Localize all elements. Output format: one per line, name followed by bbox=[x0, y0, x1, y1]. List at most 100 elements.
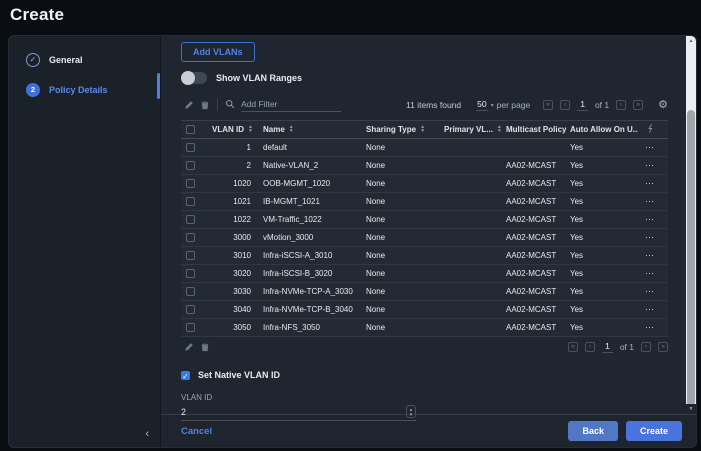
sort-icon[interactable]: ▲ ▼ bbox=[420, 125, 425, 133]
cell-name: Infra-iSCSI-B_3020 bbox=[263, 269, 333, 278]
check-circle-icon: ✓ bbox=[26, 53, 40, 67]
row-checkbox[interactable] bbox=[185, 305, 195, 314]
row-actions-icon[interactable]: ⋯ bbox=[638, 178, 668, 189]
column-options-icon[interactable] bbox=[647, 123, 654, 136]
row-actions-icon[interactable]: ⋯ bbox=[638, 196, 668, 207]
first-page-button[interactable]: « bbox=[543, 100, 554, 110]
cell-vlan-id: 3020 bbox=[233, 269, 251, 278]
last-page-button[interactable]: » bbox=[633, 100, 644, 110]
add-filter-input[interactable] bbox=[241, 98, 341, 112]
trash-icon[interactable] bbox=[197, 342, 213, 352]
column-header-label: Primary VL... bbox=[444, 125, 493, 134]
trash-icon[interactable] bbox=[197, 100, 213, 110]
column-header-label: Sharing Type bbox=[366, 125, 417, 134]
cell-name: VM-Traffic_1022 bbox=[263, 215, 322, 224]
stepper-down-icon[interactable]: ▼ bbox=[409, 412, 413, 417]
table-row: 1022 VM-Traffic_1022 None AA02-MCAST Yes ⋯ bbox=[181, 211, 668, 229]
sort-icon[interactable]: ▲ ▼ bbox=[289, 125, 294, 133]
table-row: 3030 Infra-NVMe-TCP-A_3030 None AA02-MCAST Y… bbox=[181, 283, 668, 301]
table-bottom-toolbar: « ‹ 1 of 1 › » bbox=[181, 338, 668, 356]
cell-vlan-id: 1022 bbox=[233, 215, 251, 224]
row-checkbox-cell bbox=[181, 161, 205, 170]
row-actions-icon[interactable]: ⋯ bbox=[638, 322, 668, 333]
cell-name: Infra-NVMe-TCP-B_3040 bbox=[263, 305, 353, 314]
show-vlan-ranges-toggle[interactable] bbox=[181, 71, 207, 85]
row-actions-icon[interactable]: ⋯ bbox=[638, 250, 668, 261]
page-title: Create bbox=[10, 5, 65, 24]
set-native-vlan-checkbox[interactable]: ✓ bbox=[181, 370, 190, 381]
cell-sharing-type: None bbox=[366, 143, 386, 152]
sort-icon[interactable]: ▲ ▼ bbox=[248, 125, 253, 133]
cell-sharing-type: None bbox=[366, 323, 386, 332]
toggle-knob bbox=[181, 71, 195, 85]
select-all-checkbox[interactable] bbox=[185, 125, 195, 134]
vlan-table: VLAN ID ▲ ▼ Name ▲ ▼ Sharing Type ▲ ▼ Primary VL.… bbox=[181, 120, 668, 337]
table-body: 1 default None Yes ⋯ 2 Native-VLAN_2 None AA02-M… bbox=[181, 139, 668, 337]
cell-vlan-id: 3000 bbox=[233, 233, 251, 242]
first-page-button[interactable]: « bbox=[568, 342, 579, 352]
prev-page-button[interactable]: ‹ bbox=[560, 100, 571, 110]
row-actions-icon[interactable]: ⋯ bbox=[638, 286, 668, 297]
back-button[interactable]: Back bbox=[568, 421, 618, 441]
cell-vlan-id: 3040 bbox=[233, 305, 251, 314]
row-checkbox[interactable] bbox=[185, 143, 195, 152]
sort-icon[interactable]: ▲ ▼ bbox=[497, 125, 502, 133]
cell-auto-allow: Yes bbox=[570, 287, 584, 296]
cell-auto-allow: Yes bbox=[570, 305, 584, 314]
cancel-link[interactable]: Cancel bbox=[181, 426, 212, 437]
sidebar-collapse-icon[interactable]: ‹ bbox=[145, 429, 149, 440]
row-actions-icon[interactable]: ⋯ bbox=[638, 160, 668, 171]
page-number-input[interactable]: 1 bbox=[577, 99, 588, 111]
row-checkbox[interactable] bbox=[185, 251, 195, 260]
number-stepper[interactable]: ▲ ▼ bbox=[406, 405, 416, 418]
per-page-select[interactable]: 50 bbox=[476, 99, 488, 111]
step-policy-details[interactable]: 2 Policy Details bbox=[9, 78, 160, 102]
cell-multicast-policy: AA02-MCAST bbox=[506, 233, 557, 242]
row-actions-icon[interactable]: ⋯ bbox=[638, 142, 668, 153]
next-page-button[interactable]: › bbox=[616, 100, 627, 110]
items-found-label: 11 items found bbox=[406, 100, 462, 110]
step-general[interactable]: ✓ General bbox=[9, 48, 160, 72]
last-page-button[interactable]: » bbox=[658, 342, 668, 352]
add-vlans-button[interactable]: Add VLANs bbox=[181, 42, 255, 62]
cell-vlan-id: 1021 bbox=[233, 197, 251, 206]
show-vlan-ranges-label: Show VLAN Ranges bbox=[216, 73, 303, 83]
chevron-down-icon[interactable]: ▾ bbox=[491, 102, 494, 109]
cell-sharing-type: None bbox=[366, 215, 386, 224]
wizard-steps-sidebar: ✓ General 2 Policy Details ‹ bbox=[9, 36, 161, 447]
column-options-header bbox=[638, 123, 668, 136]
row-checkbox[interactable] bbox=[185, 323, 195, 332]
header-checkbox-cell bbox=[181, 125, 205, 134]
row-checkbox[interactable] bbox=[185, 215, 195, 224]
edit-icon[interactable] bbox=[181, 100, 197, 110]
row-checkbox[interactable] bbox=[185, 287, 195, 296]
row-actions-icon[interactable]: ⋯ bbox=[638, 214, 668, 225]
page-number-input[interactable]: 1 bbox=[602, 341, 613, 353]
create-wizard-card: ✓ General 2 Policy Details ‹ Add VLANs S… bbox=[8, 35, 697, 448]
next-page-button[interactable]: › bbox=[641, 342, 651, 352]
cell-sharing-type: None bbox=[366, 161, 386, 170]
scrollbar-thumb[interactable] bbox=[687, 110, 695, 406]
step-general-label: General bbox=[49, 55, 83, 65]
row-checkbox[interactable] bbox=[185, 269, 195, 278]
row-checkbox[interactable] bbox=[185, 161, 195, 170]
create-button[interactable]: Create bbox=[625, 421, 682, 441]
policy-details-panel: Add VLANs Show VLAN Ranges Add Filter 11… bbox=[161, 36, 696, 447]
row-checkbox[interactable] bbox=[185, 233, 195, 242]
scroll-up-icon[interactable]: ▲ bbox=[686, 36, 696, 46]
vertical-scrollbar[interactable]: ▲ ▼ bbox=[686, 36, 696, 414]
cell-auto-allow: Yes bbox=[570, 179, 584, 188]
row-actions-icon[interactable]: ⋯ bbox=[638, 232, 668, 243]
row-actions-icon[interactable]: ⋯ bbox=[638, 268, 668, 279]
edit-icon[interactable] bbox=[181, 342, 197, 352]
row-checkbox[interactable] bbox=[185, 197, 195, 206]
gear-icon[interactable]: ⚙ bbox=[658, 99, 668, 111]
row-actions-icon[interactable]: ⋯ bbox=[638, 304, 668, 315]
column-header-vlan-id: VLAN ID ▲ ▼ bbox=[205, 125, 263, 134]
vlan-id-input[interactable] bbox=[181, 406, 406, 417]
cell-name: Native-VLAN_2 bbox=[263, 161, 319, 170]
table-row: 1021 IB-MGMT_1021 None AA02-MCAST Yes ⋯ bbox=[181, 193, 668, 211]
prev-page-button[interactable]: ‹ bbox=[585, 342, 596, 352]
row-checkbox[interactable] bbox=[185, 179, 195, 188]
scroll-down-icon[interactable]: ▼ bbox=[686, 404, 696, 414]
